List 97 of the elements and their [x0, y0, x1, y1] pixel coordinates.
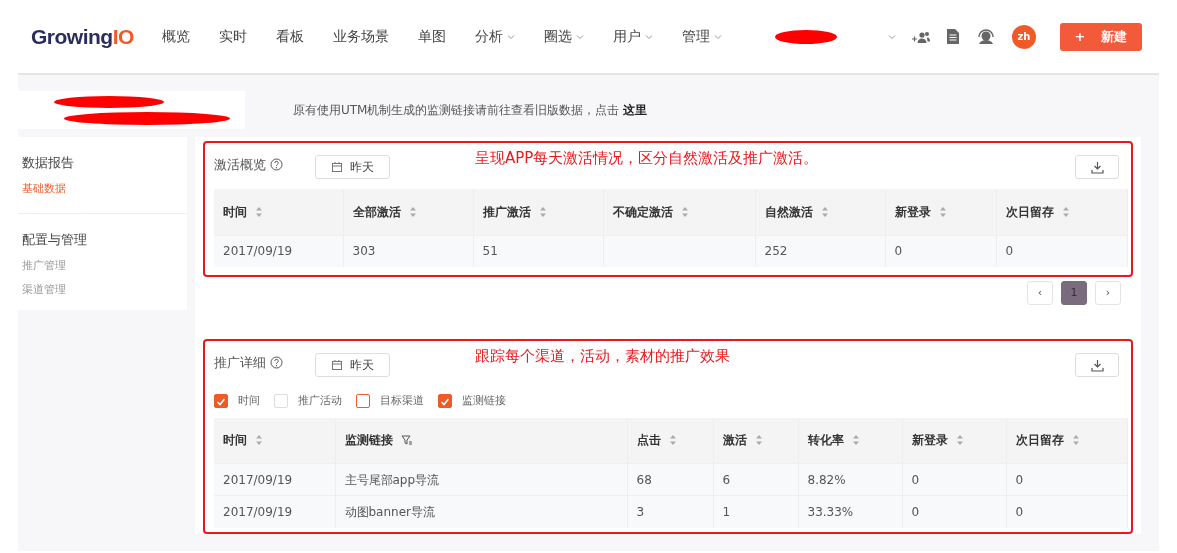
sidebar-item[interactable]: 基础数据 — [22, 180, 183, 197]
column-header[interactable]: 推广激活 — [473, 189, 603, 235]
redaction-mark — [774, 29, 837, 44]
sort-icon[interactable] — [255, 434, 263, 447]
date-button[interactable]: 昨天 — [315, 353, 390, 377]
annotation-text: 跟踪每个渠道，活动，素材的推广效果 — [475, 346, 730, 367]
caret-icon — [575, 33, 584, 40]
sort-icon[interactable] — [851, 434, 860, 447]
table-cell: 8.82% — [798, 463, 902, 496]
column-header[interactable]: 激活 — [713, 417, 798, 464]
filter-icon[interactable] — [400, 435, 412, 446]
add-user-icon[interactable] — [912, 29, 930, 44]
table-cell: 6 — [713, 463, 798, 496]
table-cell: 303 — [343, 235, 473, 267]
column-header[interactable]: 次日留存 — [1006, 417, 1127, 464]
panel-title: 激活概览 — [214, 156, 266, 174]
table-cell: 0 — [885, 235, 996, 267]
table-cell: 0 — [902, 463, 1006, 496]
sort-icon[interactable] — [408, 205, 417, 218]
column-header[interactable]: 新登录 — [902, 417, 1006, 464]
nav-item[interactable]: 实时 — [218, 26, 247, 47]
column-header[interactable]: 新登录 — [885, 189, 996, 235]
logo[interactable]: GrowingIO — [31, 20, 134, 53]
table-cell: 252 — [755, 235, 885, 267]
notice-text: 原有使用UTM机制生成的监测链接请前往查看旧版数据，点击 这里 — [293, 102, 648, 119]
column-header[interactable]: 全部激活 — [343, 189, 473, 235]
sort-icon[interactable] — [955, 434, 964, 447]
sort-icon[interactable] — [1061, 205, 1070, 218]
check-icon — [216, 396, 226, 406]
table-cell: 3 — [627, 495, 713, 528]
table-cell: 2017/09/19 — [214, 235, 343, 267]
nav-item[interactable]: 看板 — [275, 26, 304, 47]
page-button[interactable]: › — [1095, 281, 1121, 305]
calendar-icon — [331, 360, 342, 370]
sort-icon[interactable] — [680, 205, 689, 218]
checkbox-label: 时间 — [238, 393, 260, 409]
sort-icon[interactable] — [255, 205, 263, 218]
column-header[interactable]: 不确定激活 — [603, 189, 755, 235]
check-icon — [440, 396, 450, 406]
checkbox-label: 目标渠道 — [380, 393, 424, 409]
app-selector[interactable] — [18, 91, 245, 129]
page-button[interactable]: ‹ — [1027, 281, 1053, 305]
caret-icon[interactable] — [888, 33, 896, 40]
table-cell: 2017/09/19 — [214, 463, 335, 496]
checkbox[interactable] — [438, 394, 452, 409]
table-cell: 动图banner导流 — [335, 495, 627, 528]
nav-item[interactable]: 单图 — [417, 26, 446, 47]
table-cell: 33.33% — [798, 495, 902, 528]
table-cell: 68 — [627, 463, 713, 496]
table-cell: 主号尾部app导流 — [335, 463, 627, 496]
support-icon[interactable] — [976, 28, 996, 45]
caret-icon — [644, 33, 653, 40]
annotation-text: 呈现APP每天激活情况，区分自然激活及推广激活。 — [475, 148, 819, 169]
document-icon[interactable] — [946, 28, 960, 45]
download-icon — [1090, 358, 1104, 372]
checkbox-label: 监测链接 — [462, 393, 506, 409]
checkbox-label: 推广活动 — [298, 393, 342, 409]
sort-icon[interactable] — [754, 434, 763, 447]
sort-icon[interactable] — [538, 205, 547, 218]
date-button[interactable]: 昨天 — [315, 155, 390, 179]
table-cell: 0 — [996, 235, 1127, 267]
checkbox[interactable] — [214, 394, 228, 409]
column-header[interactable]: 次日留存 — [996, 189, 1127, 235]
nav-item[interactable]: 管理 — [681, 26, 722, 47]
section-title: 数据报告 — [22, 154, 75, 172]
caret-icon — [713, 33, 722, 40]
section-title: 配置与管理 — [22, 231, 88, 249]
table-cell: 0 — [902, 495, 1006, 528]
download-button[interactable] — [1075, 353, 1119, 377]
column-header[interactable]: 点击 — [627, 417, 713, 464]
column-header[interactable]: 监测链接 — [335, 417, 627, 464]
table-cell: 0 — [1006, 495, 1127, 528]
column-header[interactable]: 自然激活 — [755, 189, 885, 235]
nav-item[interactable]: 分析 — [474, 26, 515, 47]
download-icon — [1090, 160, 1104, 174]
sort-icon[interactable] — [820, 205, 829, 218]
column-header[interactable]: 转化率 — [798, 417, 902, 464]
download-button[interactable] — [1075, 155, 1119, 179]
nav-item[interactable]: 概览 — [161, 26, 190, 47]
table-cell: 1 — [713, 495, 798, 528]
column-header[interactable]: 时间 — [214, 417, 335, 464]
sort-icon[interactable] — [1071, 434, 1080, 447]
nav-item[interactable]: 业务场景 — [332, 26, 389, 47]
sort-icon[interactable] — [668, 434, 677, 447]
panel-title: 推广详细 — [214, 354, 266, 372]
nav-item[interactable]: 用户 — [612, 26, 653, 47]
help-icon[interactable] — [270, 158, 283, 172]
sort-icon[interactable] — [938, 205, 947, 218]
table-cell: 2017/09/19 — [214, 495, 335, 528]
caret-icon — [506, 33, 515, 40]
help-icon[interactable] — [270, 356, 283, 370]
nav-item[interactable]: 圈选 — [543, 26, 584, 47]
table-cell: 51 — [473, 235, 603, 267]
checkbox[interactable] — [356, 394, 370, 409]
column-header[interactable]: 时间 — [214, 189, 343, 235]
calendar-icon — [331, 162, 342, 172]
table-cell: 0 — [1006, 463, 1127, 496]
